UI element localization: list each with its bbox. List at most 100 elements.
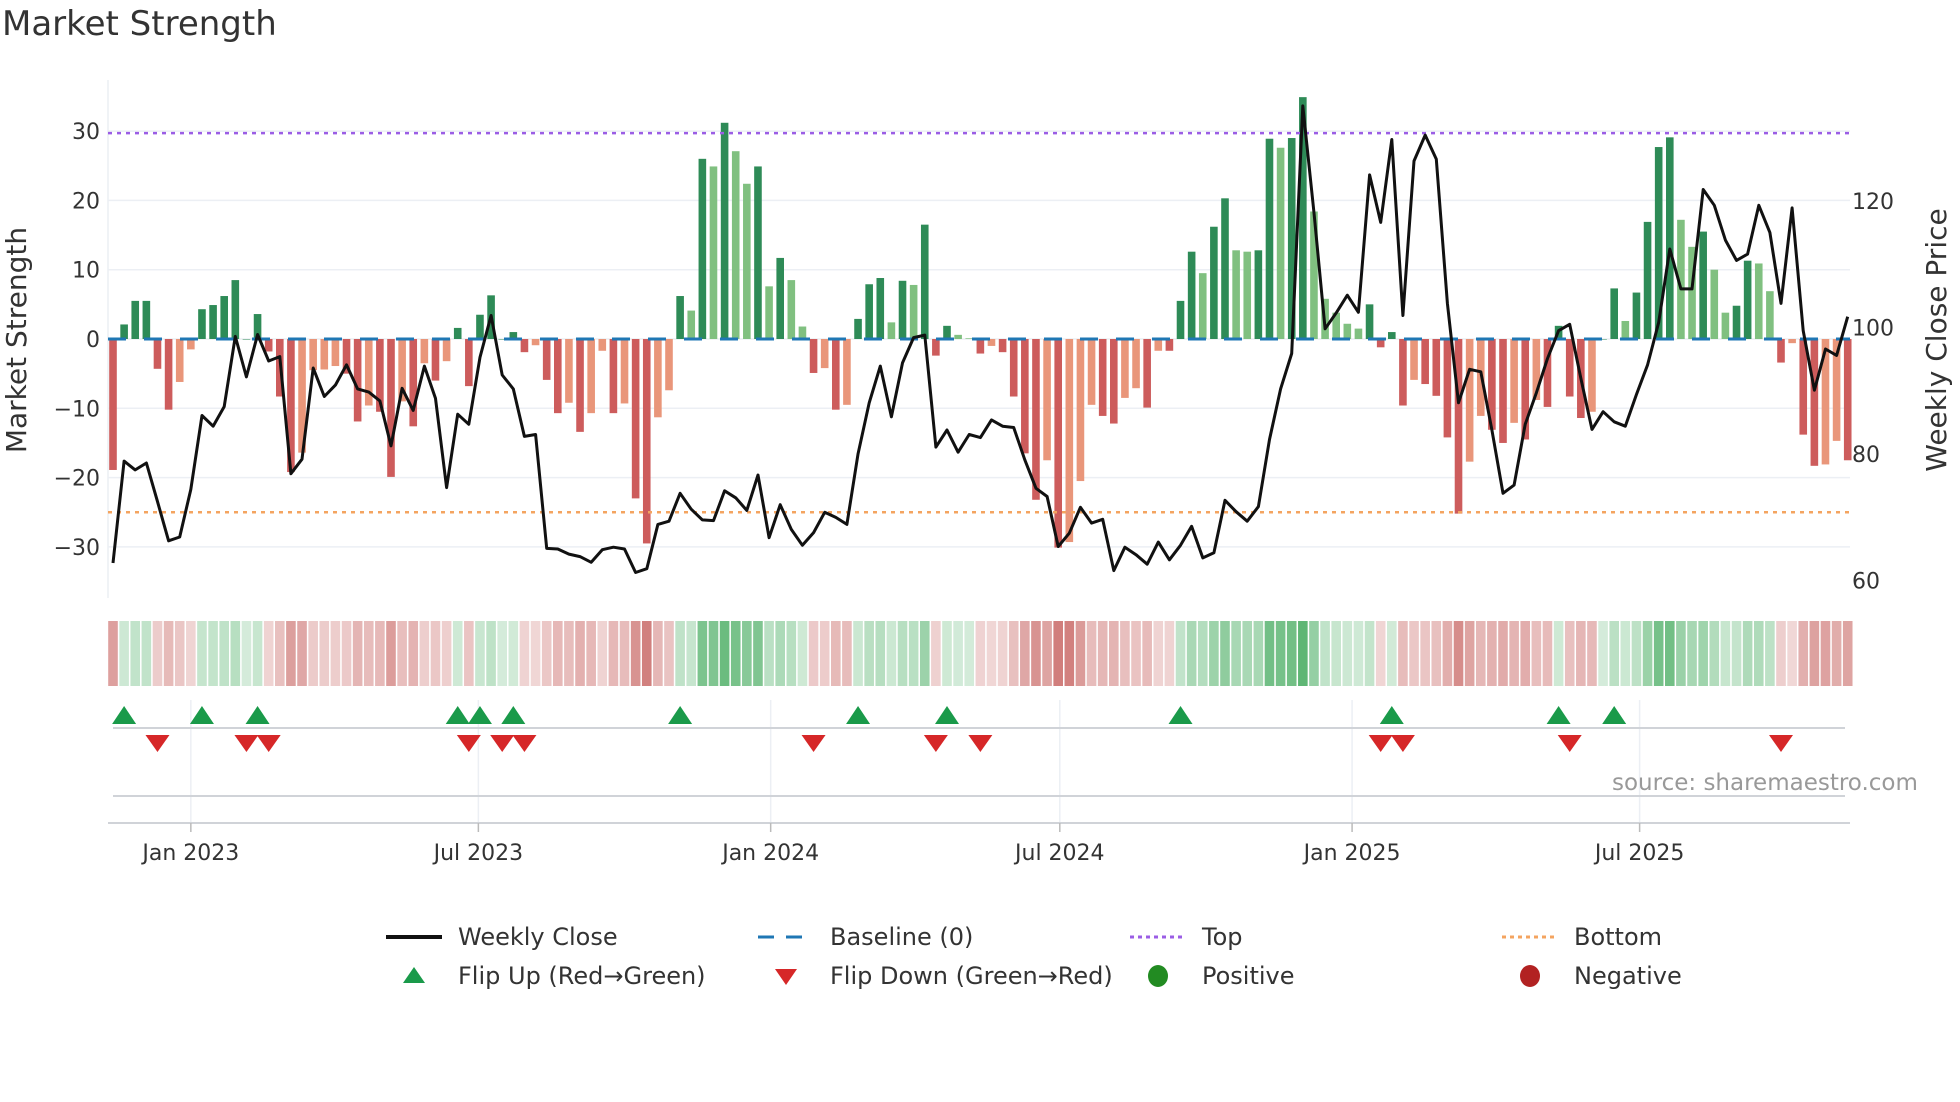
strength-strip-cell [1531,621,1542,686]
strength-strip-cell [1309,621,1319,686]
flip-up-marker [1168,706,1193,724]
strength-strip-cell [530,621,541,686]
strength-strip-cell [186,621,196,686]
strength-bar [776,257,784,339]
line-swatch-icon [384,922,444,952]
strength-bar [431,339,440,381]
strength-strip-cell [1008,621,1019,686]
strength-strip-cell [1231,621,1241,686]
flip-up-marker [189,706,214,724]
circle-icon [1500,961,1560,991]
strength-strip-cell [1598,621,1608,686]
strength-bar [1565,339,1574,397]
strength-bar [598,339,607,351]
x-tick-label: Jul 2024 [1013,841,1105,866]
y2-axis-title: Weekly Close Price [1920,208,1953,471]
strength-bar [998,339,1007,353]
strength-strip-cell [208,621,218,686]
legend-label: Positive [1202,962,1295,990]
legend-label: Weekly Close [458,923,618,951]
flip-down-marker [512,735,537,752]
strength-strip-cell [275,621,285,686]
strength-bar [1221,198,1229,339]
strength-bar [787,280,796,339]
strength-bar [409,339,418,427]
legend-positive: Positive [1128,961,1295,991]
strength-strip-cell [1609,621,1619,686]
circle-icon [1128,961,1188,991]
strength-bar [1098,339,1107,416]
strength-bar [109,339,117,470]
strength-bar [1087,339,1096,405]
strength-bar [1666,137,1674,339]
strength-bar [798,326,807,339]
strength-bar [1410,339,1418,380]
strength-strip-cell [386,621,396,686]
strength-strip-cell [1776,621,1786,686]
strength-strip-cell [853,621,863,686]
legend-label: Negative [1574,962,1682,990]
strength-strip-cell [1431,621,1442,686]
strength-strip-cell [1186,621,1197,686]
strength-strip-cell [608,621,619,686]
strength-bar [1588,339,1596,412]
strength-bar [387,339,395,477]
strength-bar [887,322,896,339]
strength-bar [120,324,128,339]
strength-bar [1766,291,1774,339]
strength-strip-cell [452,621,463,686]
strength-bar [554,339,562,414]
strength-strip-cell [352,621,363,686]
strength-strip-cell [908,621,919,686]
y-tick-label: −30 [54,536,100,561]
strength-bar [576,339,584,432]
strength-strip-cell [1687,621,1697,686]
strength-strip-cell [1520,621,1531,686]
strength-strip-cell [297,621,307,686]
strength-bar [209,305,217,339]
strength-bar [965,338,974,339]
triangle-up-icon [384,961,444,991]
strength-bar [142,300,151,339]
strength-bar [1076,339,1085,482]
y2-tick-label: 120 [1852,190,1894,215]
flip-down-marker [968,735,993,752]
x-tick-label: Jul 2023 [432,841,524,866]
strength-bar [1154,339,1163,351]
y-tick-label: 30 [72,120,100,145]
y2-tick-label: 60 [1852,570,1880,595]
strength-strip-cell [475,621,485,686]
strength-strip-cell [486,621,496,686]
strength-bar [898,280,907,339]
strength-bar [1621,320,1630,339]
strength-bar [1043,339,1051,461]
strength-strip-cell [1086,621,1097,686]
strength-strip-cell [1642,621,1653,686]
flip-down-marker [145,735,170,752]
strength-strip-cell [597,621,608,686]
flip-up-marker [935,706,959,724]
source-label: source: sharemaestro.com [1612,770,1918,796]
strength-strip-cell [419,621,430,686]
strength-bar [565,339,573,403]
flip-up-marker [846,706,871,724]
strength-bar [1132,339,1140,389]
strength-bar [1187,251,1196,339]
strength-strip-cell [1576,621,1586,686]
legend-flip-down: Flip Down (Green→Red) [756,961,1113,991]
strength-strip-cell [508,621,519,686]
strength-strip-cell [797,621,808,686]
strength-bar [832,339,840,410]
legend-bottom: Bottom [1500,922,1662,952]
strength-bar [231,280,240,339]
strength-bar [131,300,140,339]
y-tick-label: −20 [54,467,100,492]
strength-strip-cell [1842,621,1853,686]
flip-up-marker [1546,706,1571,724]
strength-bar [932,339,940,356]
strength-bar [820,339,829,369]
legend-weekly-close: Weekly Close [384,922,618,952]
strength-strip-cell [1453,621,1464,686]
strength-bar [220,296,228,339]
flip-up-marker [467,706,492,724]
